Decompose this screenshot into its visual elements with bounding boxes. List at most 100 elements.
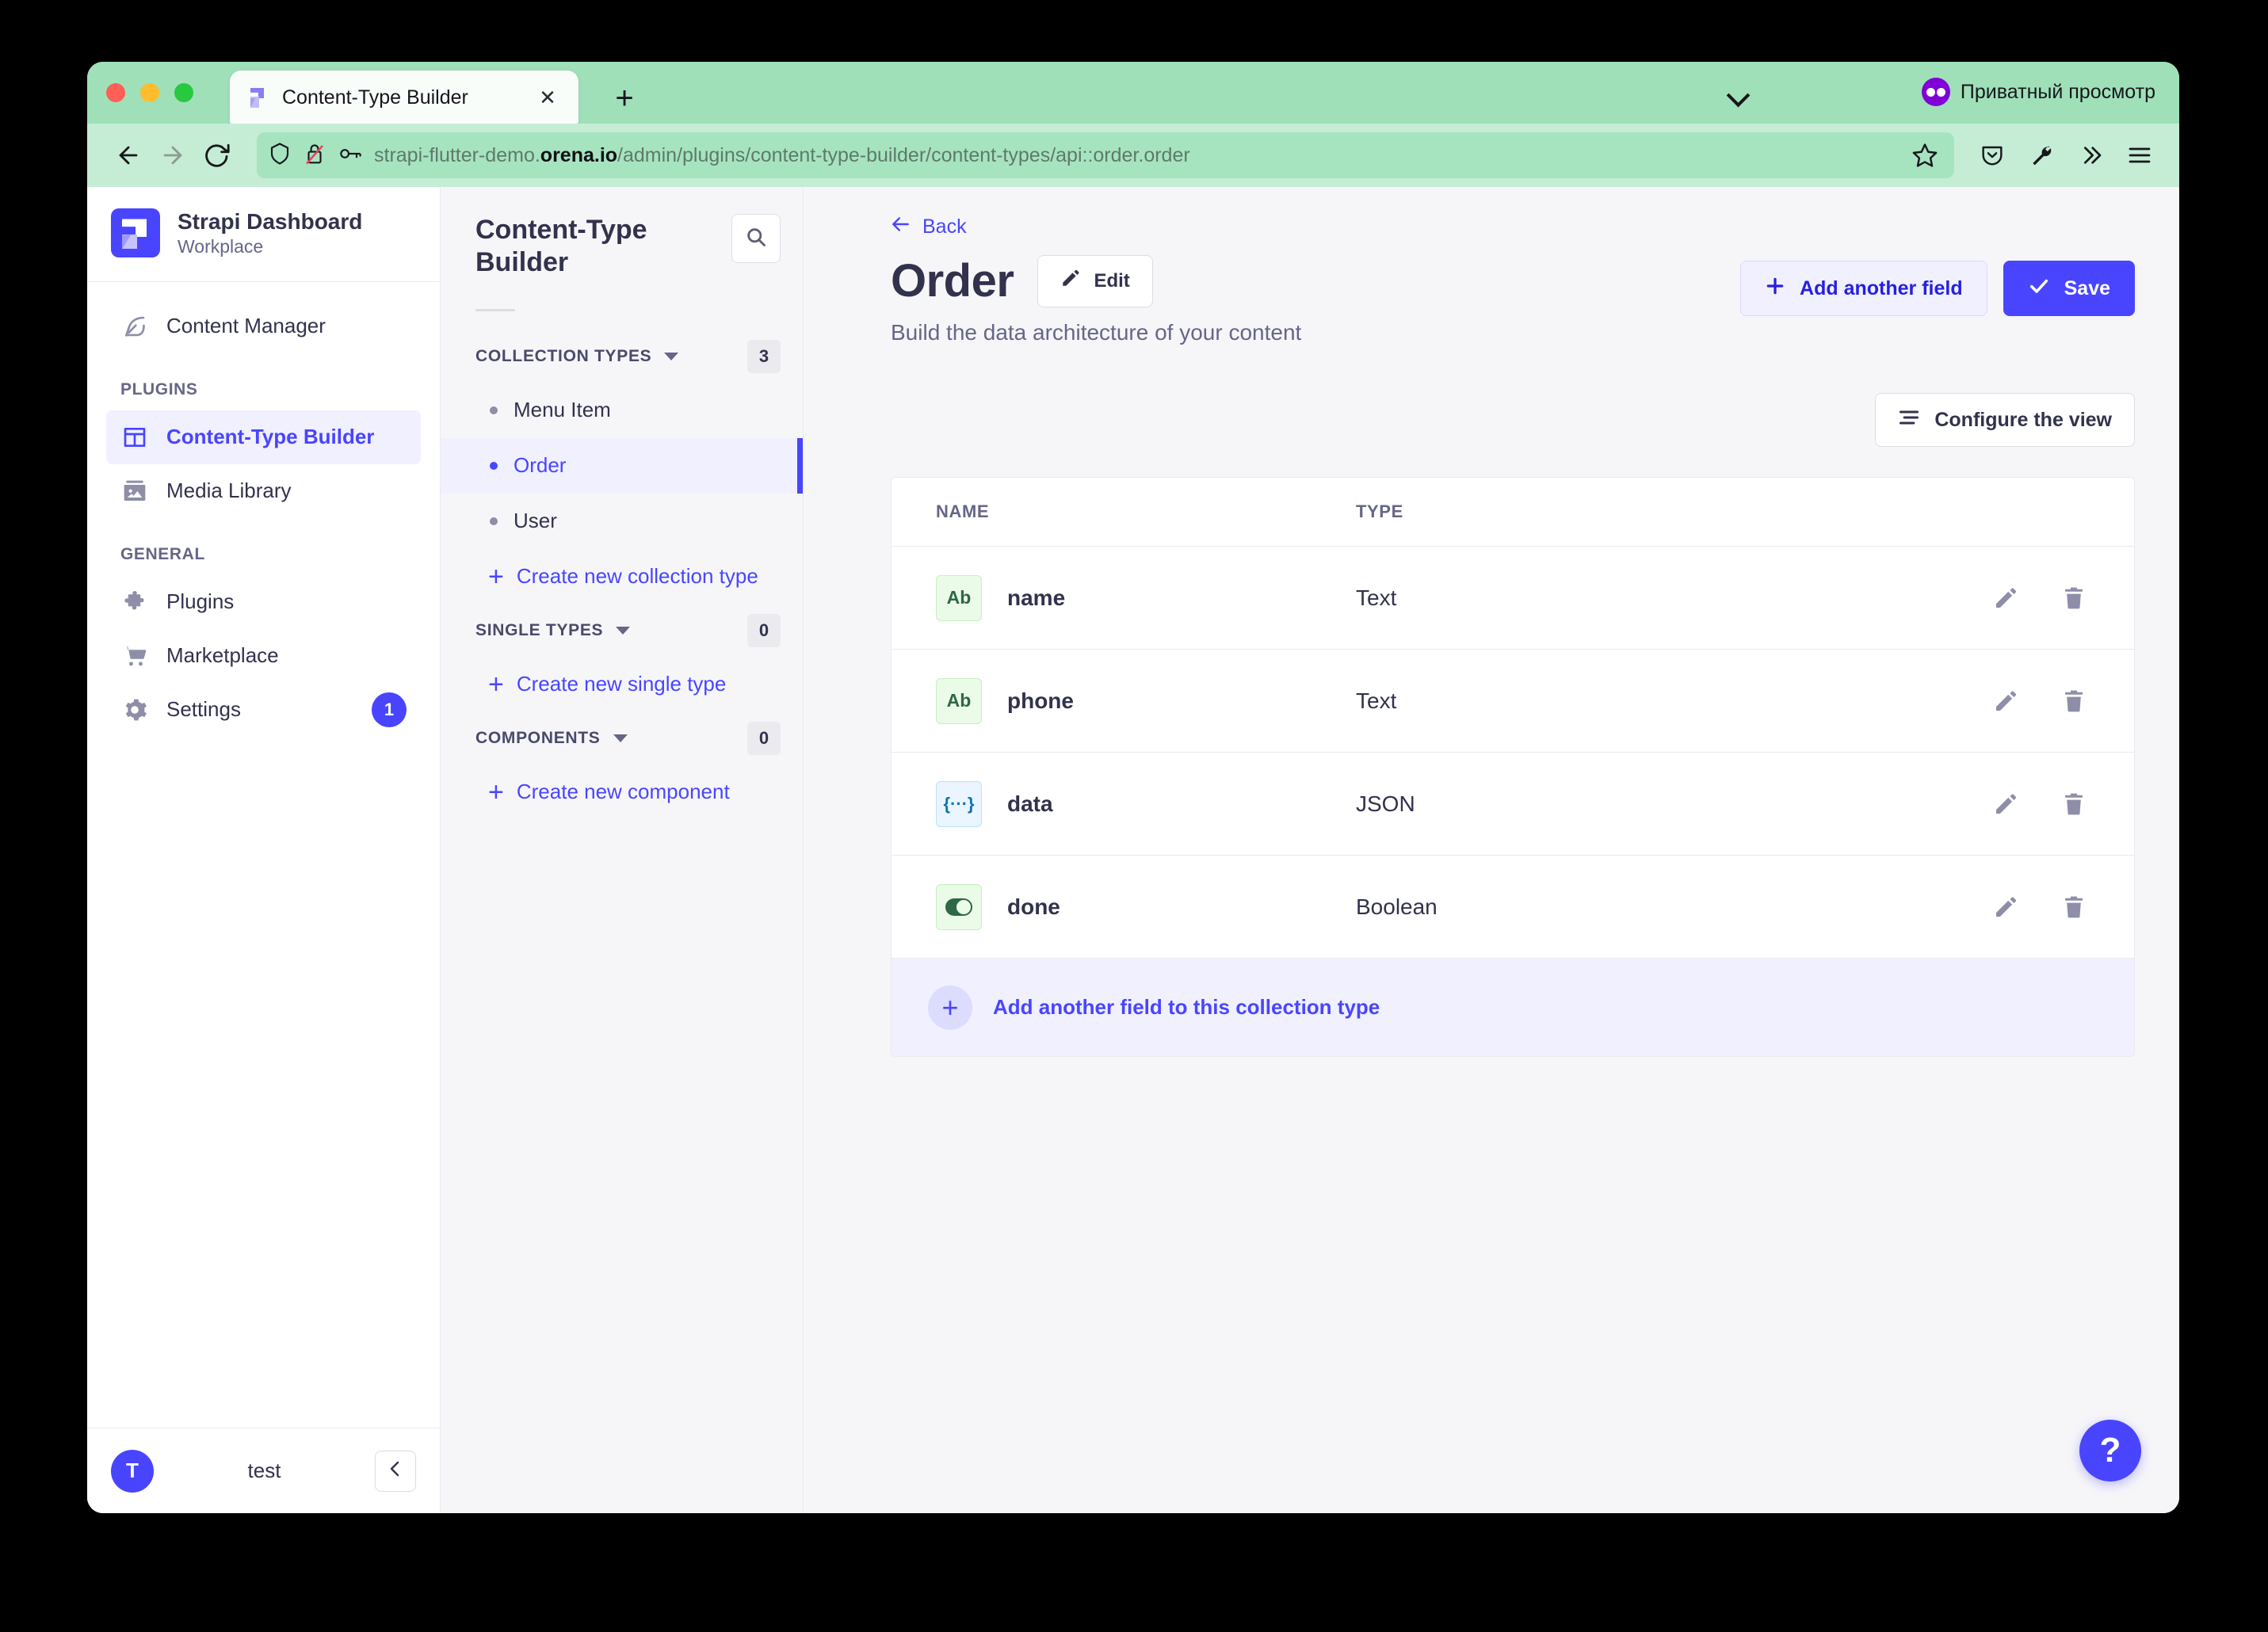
ctb-item-label: Order xyxy=(514,453,567,478)
pencil-icon xyxy=(1060,268,1081,294)
field-name: data xyxy=(1007,791,1053,816)
create-label: Create new component xyxy=(516,780,730,804)
plus-icon: + xyxy=(488,561,504,592)
layout-icon xyxy=(120,423,149,452)
ctb-item-user[interactable]: User xyxy=(441,494,803,549)
create-new-single-type-button[interactable]: + Create new single type xyxy=(441,657,803,712)
field-type: Boolean xyxy=(1356,894,1438,919)
field-name: name xyxy=(1007,585,1066,610)
edit-field-icon[interactable] xyxy=(1990,788,2022,820)
back-link[interactable]: Back xyxy=(891,214,967,240)
save-button[interactable]: Save xyxy=(2003,261,2135,316)
table-row[interactable]: Ab name Text xyxy=(892,546,2134,649)
close-tab-icon[interactable]: ✕ xyxy=(534,84,561,111)
toolbar-actions xyxy=(1972,135,2160,176)
column-header-name: NAME xyxy=(936,501,990,521)
configure-the-view-button[interactable]: Configure the view xyxy=(1875,393,2135,447)
forward-button[interactable] xyxy=(151,133,195,177)
wrench-icon[interactable] xyxy=(2021,135,2062,176)
edit-field-icon[interactable] xyxy=(1990,582,2022,614)
plus-icon: + xyxy=(928,985,972,1030)
sidebar-item-plugins[interactable]: Plugins xyxy=(106,575,421,629)
overflow-chevrons-icon[interactable] xyxy=(2070,135,2111,176)
collapse-sidebar-button[interactable] xyxy=(375,1450,416,1492)
chevron-down-icon[interactable] xyxy=(616,626,631,635)
sidebar-item-content-type-builder[interactable]: Content-Type Builder xyxy=(106,410,421,464)
create-new-collection-type-button[interactable]: + Create new collection type xyxy=(441,549,803,604)
tab-title: Content-Type Builder xyxy=(282,86,468,109)
url-prefix: strapi-flutter-demo. xyxy=(374,143,540,166)
add-field-to-collection-button[interactable]: + Add another field to this collection t… xyxy=(892,958,2134,1056)
page-subtitle: Build the data architecture of your cont… xyxy=(891,320,1302,345)
sidebar-item-settings[interactable]: Settings 1 xyxy=(106,683,421,737)
field-name: done xyxy=(1007,894,1060,919)
image-icon xyxy=(120,477,149,505)
ctb-group-components[interactable]: COMPONENTS 0 xyxy=(441,712,803,765)
ctb-search-button[interactable] xyxy=(731,214,781,263)
address-bar[interactable]: strapi-flutter-demo.orena.io/admin/plugi… xyxy=(257,132,1954,178)
create-label: Create new single type xyxy=(516,672,727,696)
edit-field-icon[interactable] xyxy=(1990,685,2022,717)
ctb-group-count: 0 xyxy=(747,613,781,647)
page-header-actions: Add another field Save xyxy=(1740,254,2135,316)
ctb-header: Content-Type Builder xyxy=(441,214,803,279)
add-another-field-button[interactable]: Add another field xyxy=(1740,261,1987,316)
new-tab-button[interactable]: + xyxy=(610,82,639,114)
browser-tab[interactable]: Content-Type Builder ✕ xyxy=(230,71,578,124)
sidebar-item-label: Content-Type Builder xyxy=(166,425,375,449)
plus-icon xyxy=(1765,276,1785,302)
window-controls xyxy=(106,83,193,102)
create-new-component-button[interactable]: + Create new component xyxy=(441,765,803,820)
strapi-admin-app: Strapi Dashboard Workplace Content Manag… xyxy=(87,187,2179,1513)
reload-button[interactable] xyxy=(195,133,239,177)
minimize-window-button[interactable] xyxy=(140,83,159,102)
avatar[interactable]: T xyxy=(111,1449,154,1493)
chevron-down-icon[interactable] xyxy=(613,734,628,742)
table-row[interactable]: done Boolean xyxy=(892,855,2134,958)
maximize-window-button[interactable] xyxy=(174,83,193,102)
shield-icon[interactable] xyxy=(268,142,292,170)
tracking-protection-off-icon[interactable] xyxy=(303,142,326,170)
sidebar-item-marketplace[interactable]: Marketplace xyxy=(106,629,421,683)
bookmark-star-icon[interactable] xyxy=(1907,137,1943,173)
table-row[interactable]: {···} data JSON xyxy=(892,752,2134,855)
brand-header[interactable]: Strapi Dashboard Workplace xyxy=(87,187,440,282)
url-host: orena.io xyxy=(540,143,618,166)
chevron-down-icon[interactable] xyxy=(1728,87,1751,101)
private-browsing-label: Приватный просмотр xyxy=(1960,80,2155,103)
plus-icon: + xyxy=(488,776,504,807)
table-row[interactable]: Ab phone Text xyxy=(892,649,2134,752)
key-icon[interactable] xyxy=(338,142,363,170)
sidebar-item-content-manager[interactable]: Content Manager xyxy=(106,299,421,353)
ctb-item-order[interactable]: Order xyxy=(441,437,803,494)
back-button[interactable] xyxy=(106,133,151,177)
ctb-item-menu-item[interactable]: Menu Item xyxy=(441,383,803,438)
save-label: Save xyxy=(2064,276,2110,299)
brand-subtitle: Workplace xyxy=(178,236,264,257)
arrow-left-icon xyxy=(891,214,911,240)
strapi-logo-icon xyxy=(111,208,160,258)
browser-toolbar: strapi-flutter-demo.orena.io/admin/plugi… xyxy=(87,124,2179,187)
field-name: phone xyxy=(1007,688,1074,713)
sidebar-item-media-library[interactable]: Media Library xyxy=(106,464,421,518)
url-text: strapi-flutter-demo.orena.io/admin/plugi… xyxy=(374,144,1907,167)
chevron-down-icon[interactable] xyxy=(664,352,679,360)
delete-field-icon[interactable] xyxy=(2058,582,2090,614)
pocket-save-icon[interactable] xyxy=(1972,135,2013,176)
sidebar-item-label: Marketplace xyxy=(166,643,279,668)
bullet-icon xyxy=(490,406,498,414)
edit-field-icon[interactable] xyxy=(1990,891,2022,923)
sidebar-group-general-title: GENERAL xyxy=(120,544,205,563)
delete-field-icon[interactable] xyxy=(2058,891,2090,923)
delete-field-icon[interactable] xyxy=(2058,788,2090,820)
close-window-button[interactable] xyxy=(106,83,125,102)
ctb-group-collection-types[interactable]: COLLECTION TYPES 3 xyxy=(441,330,803,383)
ctb-divider xyxy=(475,308,515,311)
help-button[interactable]: ? xyxy=(2079,1420,2141,1481)
delete-field-icon[interactable] xyxy=(2058,685,2090,717)
hamburger-menu-icon[interactable] xyxy=(2119,135,2160,176)
edit-button[interactable]: Edit xyxy=(1037,254,1153,307)
chevron-left-icon xyxy=(386,1459,405,1482)
private-mask-icon xyxy=(1921,78,1950,106)
ctb-group-single-types[interactable]: SINGLE TYPES 0 xyxy=(441,604,803,657)
